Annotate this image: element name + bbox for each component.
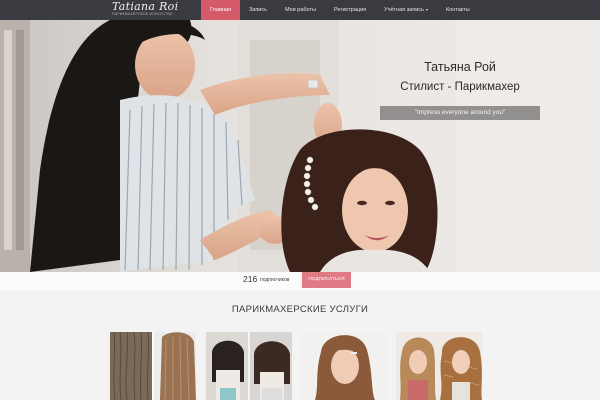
chevron-down-icon: ▾ <box>425 7 428 12</box>
service-card-wavy-hairstyle[interactable] <box>301 332 387 400</box>
page: Tatiana Roi ПАРИКМАХЕРСКОЕ ИСКУССТВО Гла… <box>0 0 600 400</box>
services-title: ПАРИКМАХЕРСКИЕ УСЛУГИ <box>231 304 369 315</box>
haircut-before-after-photo <box>206 332 292 400</box>
hair-straightening-photo <box>110 332 196 400</box>
brand-logo[interactable]: Tatiana Roi ПАРИКМАХЕРСКОЕ ИСКУССТВО <box>112 1 194 19</box>
service-card-curly-hairstyle[interactable] <box>396 332 482 400</box>
nav-item-booking[interactable]: Запись <box>240 0 276 20</box>
wavy-hairstyle-photo <box>301 332 387 400</box>
hero-photo <box>0 20 600 272</box>
brand-tagline: ПАРИКМАХЕРСКОЕ ИСКУССТВО <box>112 12 173 16</box>
brand-name: Tatiana Roi <box>112 0 179 13</box>
subscribe-row: 216 подписчиков <box>0 272 600 290</box>
service-card-hair-straightening[interactable] <box>110 332 196 400</box>
top-navbar: Tatiana Roi ПАРИКМАХЕРСКОЕ ИСКУССТВО Гла… <box>0 0 600 20</box>
subscriber-label: подписчиков <box>260 277 290 283</box>
subscribe-button[interactable]: ПОДПИСАТЬСЯ <box>302 272 351 288</box>
hero-banner: Татьяна Рой Стилист - Парикмахер "Impres… <box>0 20 600 272</box>
hero-name: Татьяна Рой <box>424 60 496 74</box>
nav-item-home[interactable]: Главная <box>201 0 240 20</box>
hero-quote: "Impress everyone around you" <box>380 106 540 120</box>
main-nav: Главная Запись Мои работы Регистрация Уч… <box>201 0 479 20</box>
nav-item-account-label: Учётная запись <box>384 7 424 13</box>
nav-item-account[interactable]: Учётная запись ▾ <box>375 0 437 20</box>
service-card-haircut[interactable] <box>206 332 292 400</box>
curly-hairstyle-photo <box>396 332 482 400</box>
nav-item-registration[interactable]: Регистрация <box>325 0 375 20</box>
subscriber-count: 216 <box>243 274 258 284</box>
nav-item-contacts[interactable]: Контакты <box>437 0 479 20</box>
nav-item-my-works[interactable]: Мои работы <box>276 0 325 20</box>
hero-title: Стилист - Парикмахер <box>400 81 520 93</box>
